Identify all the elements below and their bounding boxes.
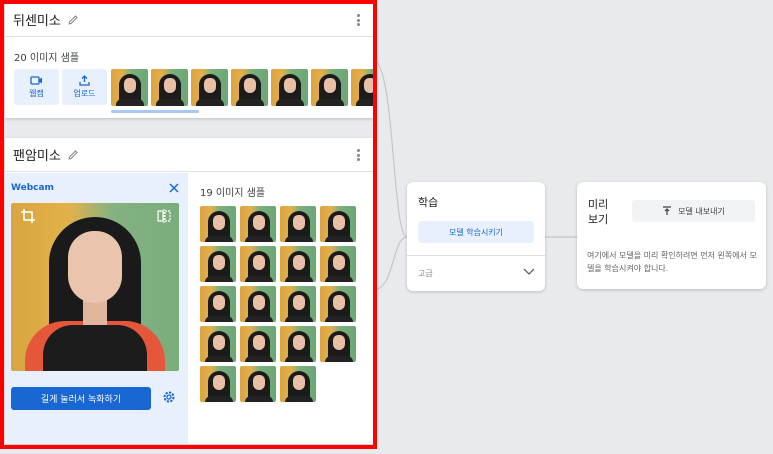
- class-card-2: 팬암미소 Webcam 길게 눌러서 녹화하기 19 이미지 샘플: [5, 138, 373, 444]
- sample-image[interactable]: [320, 246, 356, 282]
- sample-count: 20 이미지 샘플: [14, 53, 80, 64]
- webcam-preview: [11, 203, 179, 371]
- webcam-panel: Webcam 길게 눌러서 녹화하기: [5, 173, 188, 444]
- chevron-down-icon[interactable]: [523, 268, 535, 276]
- sample-thumbnails[interactable]: [111, 69, 373, 107]
- sample-image[interactable]: [200, 286, 236, 322]
- sample-image[interactable]: [311, 69, 348, 106]
- sample-image[interactable]: [240, 326, 276, 362]
- sample-image[interactable]: [191, 69, 228, 106]
- upload-button[interactable]: 업로드: [62, 69, 107, 105]
- sample-image[interactable]: [240, 286, 276, 322]
- horizontal-scrollbar[interactable]: [111, 110, 199, 113]
- sample-image[interactable]: [231, 69, 268, 106]
- training-card: 학습 모델 학습시키기 고급: [407, 182, 545, 291]
- preview-message: 여기에서 모델을 미리 확인하려면 먼저 왼쪽에서 모델을 학습시켜야 합니다.: [587, 251, 757, 273]
- sample-image[interactable]: [320, 326, 356, 362]
- sample-image[interactable]: [240, 246, 276, 282]
- pencil-icon[interactable]: [67, 14, 79, 26]
- export-model-button[interactable]: 모델 내보내기: [632, 200, 755, 222]
- divider: [407, 255, 545, 256]
- export-icon: [663, 206, 672, 215]
- preview-title-line1: 미리: [588, 198, 609, 211]
- class-name[interactable]: 팬암미소: [13, 145, 61, 164]
- sample-image[interactable]: [111, 69, 148, 106]
- class-card-1: 뒤센미소 20 이미지 샘플 웹캠 업로드: [5, 3, 373, 118]
- sample-grid: [200, 206, 360, 402]
- crop-icon[interactable]: [21, 209, 35, 223]
- export-button-label: 모델 내보내기: [678, 206, 725, 216]
- preview-title-line2: 보기: [588, 213, 609, 226]
- sample-image[interactable]: [200, 326, 236, 362]
- sample-count: 19 이미지 샘플: [200, 188, 266, 199]
- upload-button-label: 업로드: [73, 89, 96, 98]
- class-header: 팬암미소: [5, 138, 373, 172]
- class-header: 뒤센미소: [5, 3, 373, 37]
- sample-image[interactable]: [240, 206, 276, 242]
- sample-image[interactable]: [271, 69, 308, 106]
- advanced-toggle-label[interactable]: 고급: [418, 268, 433, 279]
- gear-icon[interactable]: [162, 390, 176, 404]
- videocam-icon: [30, 76, 42, 85]
- preview-card: 미리 보기 모델 내보내기 여기에서 모델을 미리 확인하려면 먼저 왼쪽에서 …: [577, 182, 766, 289]
- training-title: 학습: [418, 196, 439, 209]
- sample-image[interactable]: [280, 286, 316, 322]
- pencil-icon[interactable]: [67, 149, 79, 161]
- sample-image[interactable]: [320, 286, 356, 322]
- class-name[interactable]: 뒤센미소: [13, 10, 61, 29]
- sample-image[interactable]: [280, 366, 316, 402]
- sample-image[interactable]: [200, 246, 236, 282]
- preview-title: 미리 보기: [588, 197, 608, 227]
- sample-image[interactable]: [200, 206, 236, 242]
- hold-to-record-button[interactable]: 길게 눌러서 녹화하기: [11, 387, 151, 410]
- more-vert-icon[interactable]: [357, 14, 361, 26]
- more-vert-icon[interactable]: [357, 149, 361, 161]
- webcam-button-label: 웹캠: [29, 89, 44, 98]
- flip-icon[interactable]: [157, 209, 171, 223]
- train-model-button[interactable]: 모델 학습시키기: [418, 221, 534, 243]
- sample-image[interactable]: [280, 206, 316, 242]
- sample-image[interactable]: [280, 246, 316, 282]
- sample-image[interactable]: [240, 366, 276, 402]
- sample-image[interactable]: [351, 69, 373, 106]
- sample-image[interactable]: [151, 69, 188, 106]
- sample-image[interactable]: [320, 206, 356, 242]
- upload-icon: [79, 75, 90, 86]
- sample-image[interactable]: [200, 366, 236, 402]
- sample-image[interactable]: [280, 326, 316, 362]
- close-icon[interactable]: [168, 182, 180, 194]
- webcam-panel-title: Webcam: [11, 183, 54, 193]
- webcam-button[interactable]: 웹캠: [14, 69, 59, 105]
